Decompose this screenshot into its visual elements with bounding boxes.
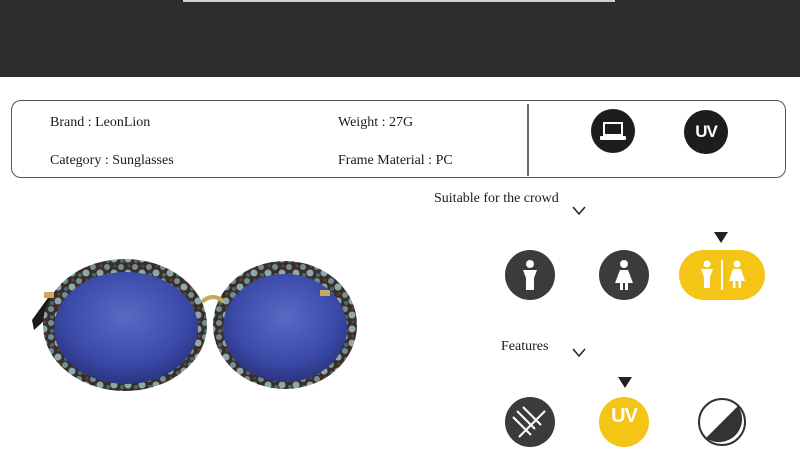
sunglasses-image	[32, 259, 357, 391]
top-divider	[183, 0, 615, 2]
weight-spec: Weight : 27G	[338, 115, 414, 130]
frame-material-spec: Frame Material : PC	[338, 153, 453, 168]
category-spec: Category : Sunglasses	[50, 153, 174, 168]
selected-indicator	[714, 232, 728, 243]
half-tone-icon[interactable]	[697, 397, 747, 447]
polarized-icon[interactable]	[505, 397, 555, 447]
crowd-section-title: Suitable for the crowd	[434, 191, 559, 206]
chevron-down-icon	[572, 206, 586, 215]
unisex-icon[interactable]	[679, 250, 765, 300]
features-section-title: Features	[501, 339, 549, 354]
brand-spec: Brand : LeonLion	[50, 115, 151, 130]
selected-indicator	[618, 377, 632, 388]
spec-divider	[527, 104, 529, 176]
male-icon[interactable]	[505, 250, 555, 300]
uv-feature-icon[interactable]: UV	[599, 397, 649, 447]
female-icon[interactable]	[599, 250, 649, 300]
uv-icon: UV	[684, 110, 728, 154]
top-banner	[0, 0, 800, 77]
uv-icon-label: UV	[695, 122, 718, 141]
chevron-down-icon	[572, 348, 586, 357]
laptop-icon	[591, 109, 635, 153]
uv-feature-label: UV	[611, 404, 638, 427]
